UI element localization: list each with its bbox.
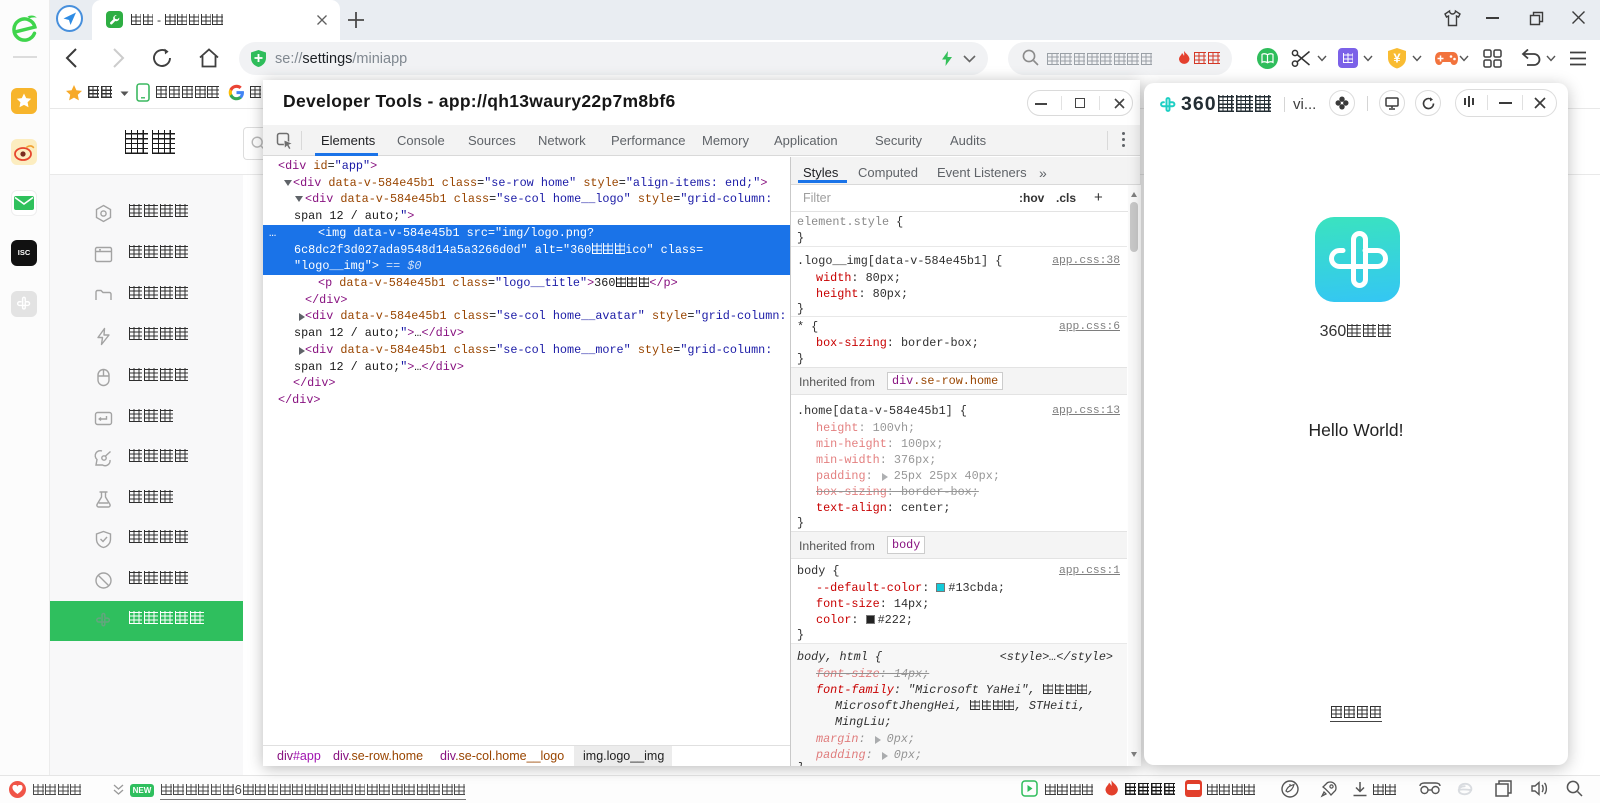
svg-text:¥: ¥	[1393, 51, 1401, 66]
